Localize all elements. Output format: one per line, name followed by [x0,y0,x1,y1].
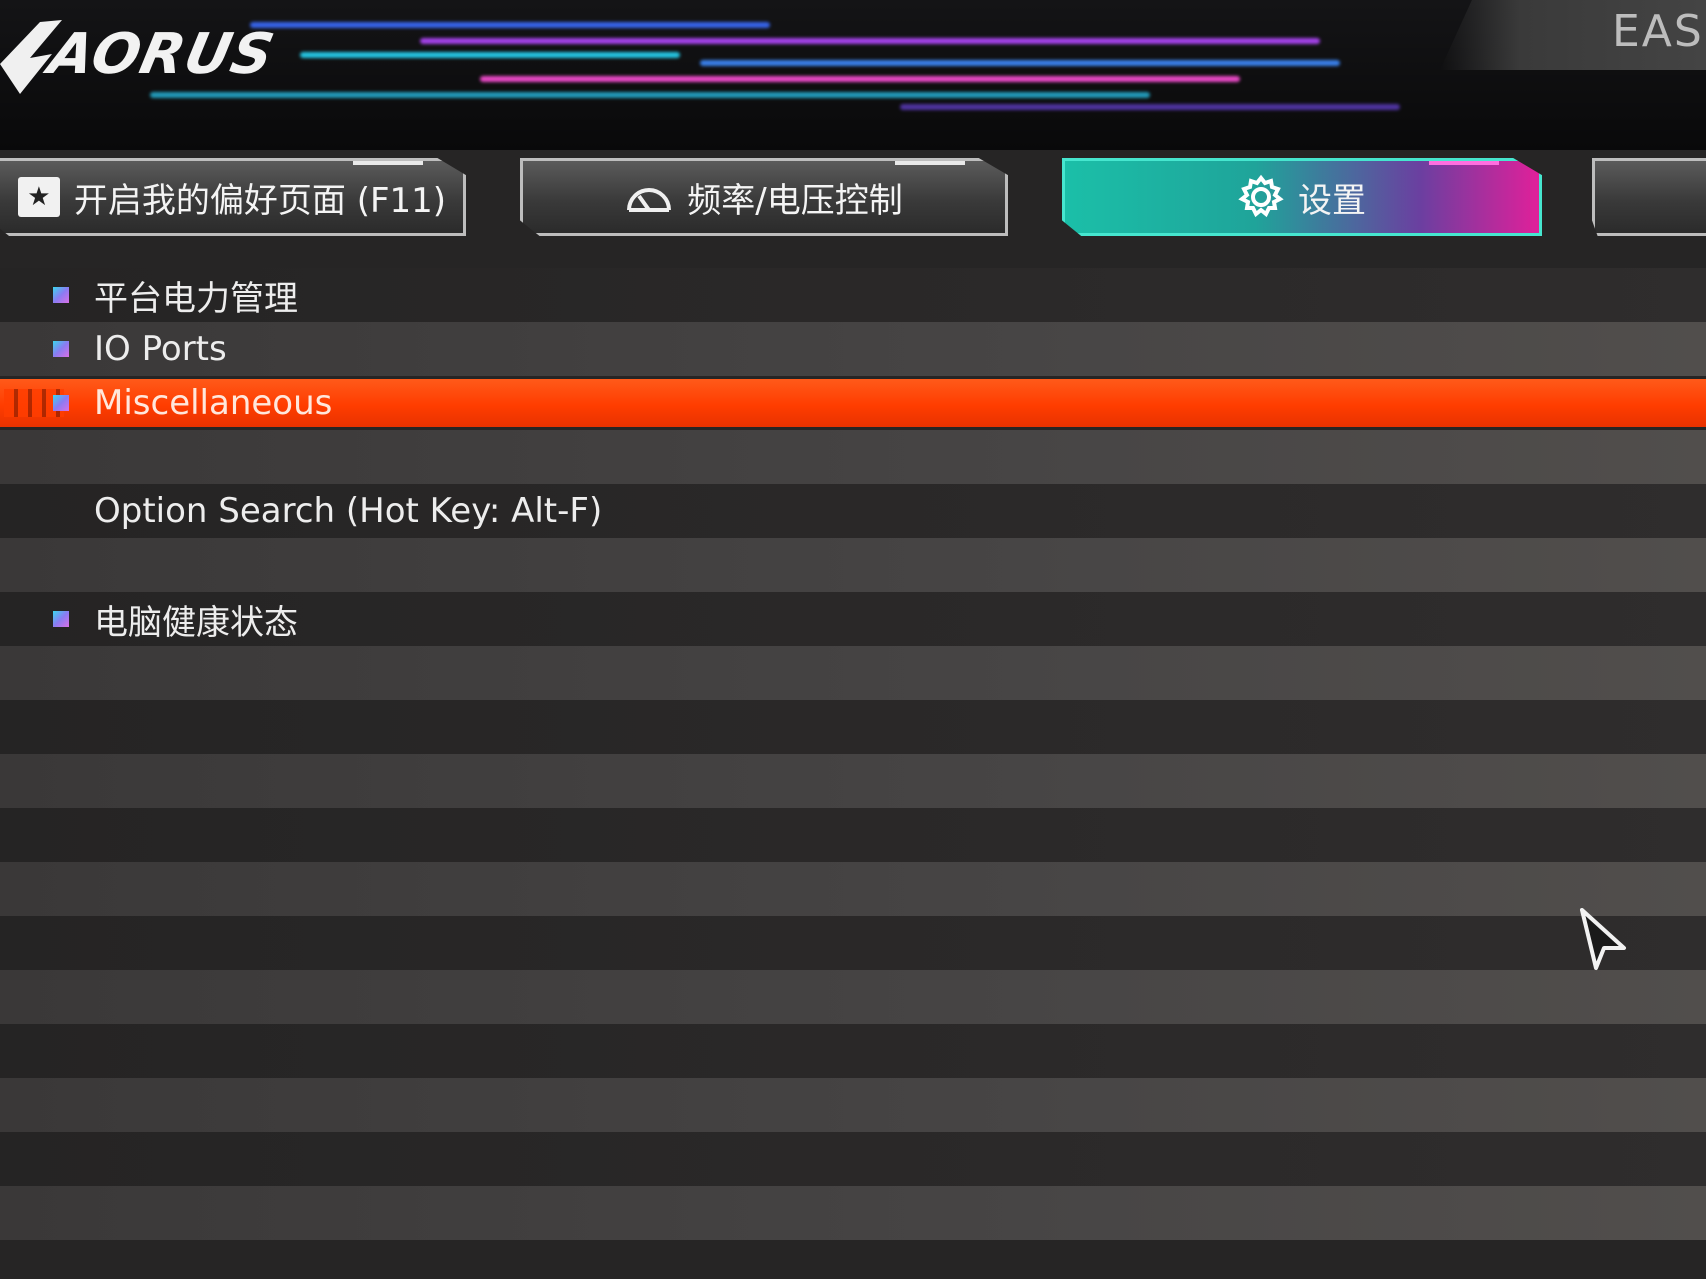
empty-row [0,646,1706,700]
header-light-streak [480,76,1240,82]
tab-settings-label: 设置 [1298,180,1366,221]
empty-row [0,754,1706,808]
menu-item-label: IO Ports [94,329,227,369]
tab-settings[interactable]: 设置 [1062,158,1542,236]
empty-row [0,1186,1706,1240]
aorus-logo-text: AORUS [43,22,281,87]
menu-item-label: Miscellaneous [94,383,333,423]
speedometer-icon [627,188,672,212]
header-light-streak [700,60,1340,66]
bullet-square-icon [53,611,69,627]
tab-accent-line [895,161,965,165]
menu-item-pc-health[interactable]: 电脑健康状态 [0,592,1706,646]
menu-item-io-ports[interactable]: IO Ports [0,322,1706,376]
empty-row [0,808,1706,862]
menu-item-label: 电脑健康状态 [94,602,298,643]
empty-row [0,1078,1706,1132]
header-light-streak [250,22,770,28]
easy-mode-tab[interactable]: EAS [1612,6,1704,57]
header-light-streak [300,52,680,58]
header-light-streak [150,92,1150,98]
menu-item-label: Option Search (Hot Key: Alt-F) [94,491,603,531]
gear-icon [1238,174,1284,218]
tab-accent-line [1429,161,1499,165]
bullet-square-icon [53,341,69,357]
menu-spacer-row [0,430,1706,484]
settings-menu-list: 平台电力管理 IO Ports Miscellaneous Option Sea… [0,268,1706,1240]
bullet-square-icon [53,395,69,411]
header-light-streak [420,38,1320,44]
tab-frequency-voltage[interactable]: 频率/电压控制 [520,158,1008,236]
empty-row [0,1024,1706,1078]
star-icon: ★ [17,177,60,217]
menu-item-miscellaneous[interactable]: Miscellaneous [0,379,1706,427]
header-light-streak [900,104,1400,110]
tab-favorites-label: 开启我的偏好页面 (F11) [73,180,447,221]
menu-spacer-row [0,538,1706,592]
menu-item-label: 平台电力管理 [94,278,298,319]
bullet-square-icon [53,287,69,303]
tab-accent-line [353,161,423,165]
empty-row [0,970,1706,1024]
empty-row [0,916,1706,970]
menu-item-option-search[interactable]: Option Search (Hot Key: Alt-F) [0,484,1706,538]
header-bar: AORUS EAS [0,0,1706,150]
mouse-cursor-icon [1580,908,1626,970]
empty-row [0,862,1706,916]
tab-frequency-voltage-label: 频率/电压控制 [687,180,903,221]
empty-row [0,1132,1706,1186]
bios-screen: AORUS EAS ★ 开启我的偏好页面 (F11) 频率/电压控制 设置 平台… [0,0,1706,1279]
tab-next-partial[interactable] [1592,158,1706,236]
menu-item-platform-power[interactable]: 平台电力管理 [0,268,1706,322]
tab-favorites[interactable]: ★ 开启我的偏好页面 (F11) [0,158,466,236]
empty-row [0,700,1706,754]
